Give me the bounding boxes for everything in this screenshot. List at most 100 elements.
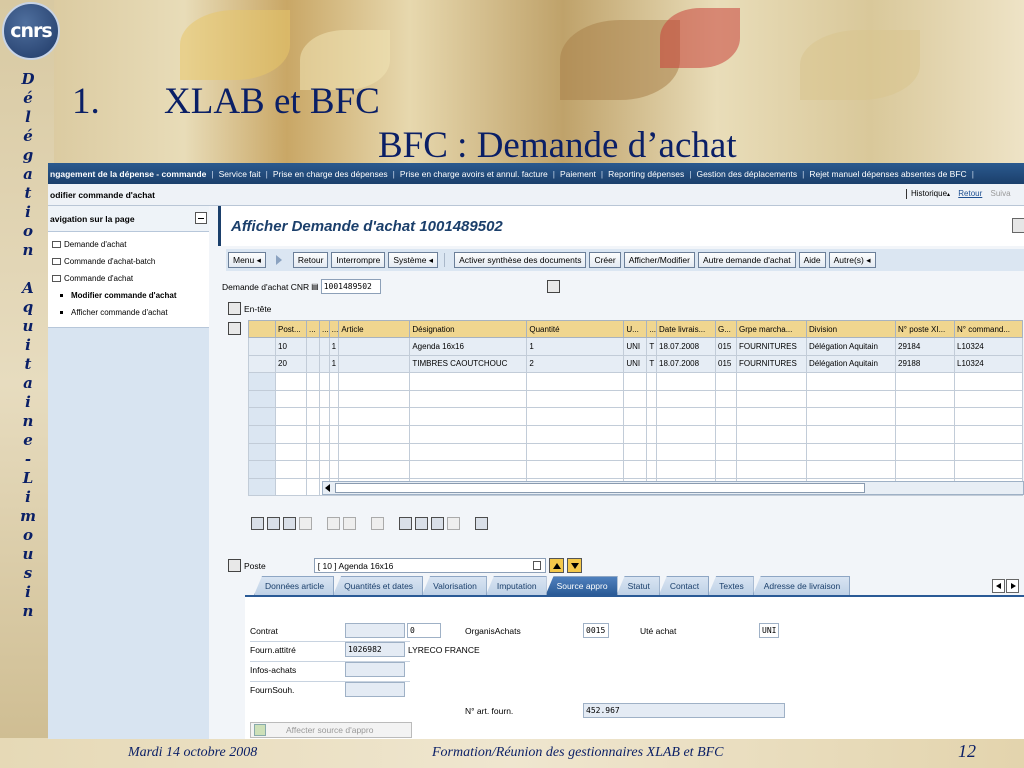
table-row[interactable]: 10 1 Agenda 16x16 1 UNI T 18.07.2008 015 FOURNIT… <box>248 337 1024 356</box>
contract-field[interactable] <box>345 623 405 638</box>
table-cell[interactable] <box>338 354 411 374</box>
table-cell[interactable] <box>409 442 528 462</box>
row-selector-header[interactable] <box>248 320 276 338</box>
top-nav-item[interactable]: Rejet manuel dépenses absentes de BFC <box>809 169 966 179</box>
table-cell[interactable] <box>328 442 340 462</box>
table-cell[interactable] <box>526 442 625 462</box>
scroll-left-icon[interactable] <box>325 484 330 492</box>
table-cell[interactable] <box>409 389 528 409</box>
cancel-button[interactable]: Interrompre <box>331 252 386 268</box>
table-cell[interactable] <box>895 407 956 426</box>
table-cell[interactable] <box>338 337 411 356</box>
table-cell[interactable] <box>275 477 307 497</box>
settings-icon[interactable] <box>475 517 488 530</box>
table-cell[interactable] <box>328 389 340 409</box>
table-cell[interactable]: 29184 <box>895 337 956 356</box>
table-cell[interactable] <box>623 407 648 426</box>
table-cell[interactable] <box>715 460 738 479</box>
column-header[interactable]: Article <box>338 320 411 338</box>
paste-icon[interactable] <box>371 517 384 530</box>
table-cell[interactable] <box>806 442 897 462</box>
table-cell[interactable] <box>275 372 307 391</box>
column-header[interactable]: N° poste XI... <box>895 320 956 338</box>
column-header[interactable]: Quantité <box>526 320 625 338</box>
table-cell[interactable]: UNI <box>623 354 648 374</box>
table-cell[interactable] <box>806 424 897 444</box>
table-cell[interactable] <box>409 372 528 391</box>
sum-icon[interactable] <box>447 517 460 530</box>
table-cell[interactable] <box>306 442 320 462</box>
item-toggle-icon[interactable] <box>228 559 241 572</box>
tab-scroll-left-icon[interactable] <box>992 579 1005 593</box>
back-link[interactable]: Retour <box>958 189 982 198</box>
table-cell[interactable]: T <box>646 337 657 356</box>
top-nav-item[interactable]: Prise en charge des dépenses <box>273 169 388 179</box>
table-cell[interactable] <box>338 442 411 462</box>
table-cell[interactable] <box>319 442 330 462</box>
table-cell[interactable] <box>736 442 808 462</box>
table-cell[interactable]: 015 <box>715 354 738 374</box>
table-cell[interactable] <box>656 407 717 426</box>
tab-item[interactable]: Données article <box>254 576 335 595</box>
table-cell[interactable] <box>409 407 528 426</box>
tab-item[interactable]: Quantités et dates <box>333 576 424 595</box>
table-cell[interactable] <box>275 442 307 462</box>
table-cell[interactable] <box>736 389 808 409</box>
table-cell[interactable] <box>319 424 330 444</box>
column-header[interactable]: Post... <box>275 320 307 338</box>
tab-item[interactable]: Contact <box>658 576 710 595</box>
row-selector[interactable] <box>248 354 276 374</box>
purchasing-org-field[interactable]: 0015 <box>583 623 609 638</box>
table-cell[interactable] <box>306 424 320 444</box>
fixed-vendor-field[interactable]: 1026982 <box>345 642 405 657</box>
deselect-icon[interactable] <box>283 517 296 530</box>
row-selector[interactable] <box>248 389 276 409</box>
copy-icon[interactable] <box>299 517 312 530</box>
activate-synthesis-button[interactable]: Activer synthèse des documents <box>454 252 587 268</box>
column-header[interactable]: G... <box>715 320 738 338</box>
table-cell[interactable] <box>715 407 738 426</box>
horizontal-scrollbar[interactable] <box>322 481 1024 495</box>
purchasing-unit-field[interactable]: UNI <box>759 623 779 638</box>
column-header[interactable]: Date livrais... <box>656 320 717 338</box>
table-cell[interactable] <box>715 372 738 391</box>
details-icon[interactable] <box>251 517 264 530</box>
table-row[interactable] <box>248 389 1024 409</box>
purchasing-info-field[interactable] <box>345 662 405 677</box>
back-button[interactable]: Retour <box>292 252 329 268</box>
table-cell[interactable] <box>526 389 625 409</box>
table-cell[interactable] <box>736 424 808 444</box>
edit-icon[interactable] <box>1012 218 1024 233</box>
row-selector[interactable] <box>248 372 276 391</box>
table-cell[interactable] <box>623 442 648 462</box>
create-button[interactable]: Créer <box>589 252 621 268</box>
table-cell[interactable]: 20 <box>275 354 307 374</box>
table-cell[interactable] <box>715 442 738 462</box>
table-row[interactable] <box>248 460 1024 479</box>
table-cell[interactable]: 1 <box>526 337 625 356</box>
table-row[interactable] <box>248 372 1024 391</box>
tab-item[interactable]: Imputation <box>485 576 547 595</box>
top-nav-item[interactable]: ngagement de la dépense - commande <box>50 169 206 179</box>
table-cell[interactable]: T <box>646 354 657 374</box>
tree-child-item[interactable]: Modifier commande d'achat <box>52 287 209 304</box>
table-cell[interactable]: 1 <box>328 337 340 356</box>
column-header[interactable]: Division <box>806 320 897 338</box>
table-cell[interactable]: 1 <box>328 354 340 374</box>
table-cell[interactable] <box>954 407 1024 426</box>
table-cell[interactable] <box>319 354 330 374</box>
table-row[interactable] <box>248 442 1024 462</box>
tab-item[interactable]: Source appro <box>545 576 618 595</box>
desired-vendor-field[interactable] <box>345 682 405 697</box>
table-cell[interactable] <box>646 407 657 426</box>
top-nav-item[interactable]: Paiement <box>560 169 596 179</box>
history-dropdown-icon[interactable]: ▴ <box>947 192 950 198</box>
dropdown-icon[interactable] <box>532 561 541 570</box>
menu-button[interactable]: Menu ◂ <box>228 252 266 268</box>
table-cell[interactable] <box>328 372 340 391</box>
select-all-icon[interactable] <box>267 517 280 530</box>
tree-folder-item[interactable]: Commande d'achat <box>52 270 209 287</box>
table-cell[interactable] <box>895 460 956 479</box>
table-cell[interactable] <box>526 372 625 391</box>
table-cell[interactable] <box>275 389 307 409</box>
